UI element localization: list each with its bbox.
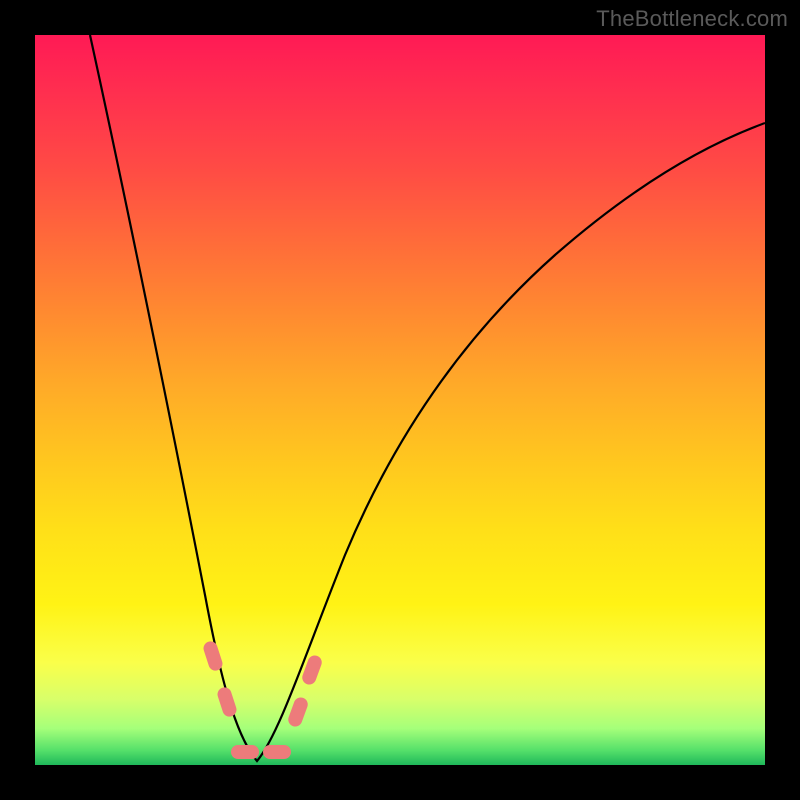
marker-bottom-left [231, 745, 259, 759]
marker-bottom-right [263, 745, 291, 759]
chart-frame: TheBottleneck.com [0, 0, 800, 800]
watermark-text: TheBottleneck.com [596, 6, 788, 32]
bottleneck-curve [90, 35, 765, 761]
marker-right-lower [286, 696, 309, 729]
curve-layer [35, 35, 765, 765]
marker-left-upper [202, 640, 225, 673]
marker-left-lower [216, 686, 239, 719]
plot-area [35, 35, 765, 765]
